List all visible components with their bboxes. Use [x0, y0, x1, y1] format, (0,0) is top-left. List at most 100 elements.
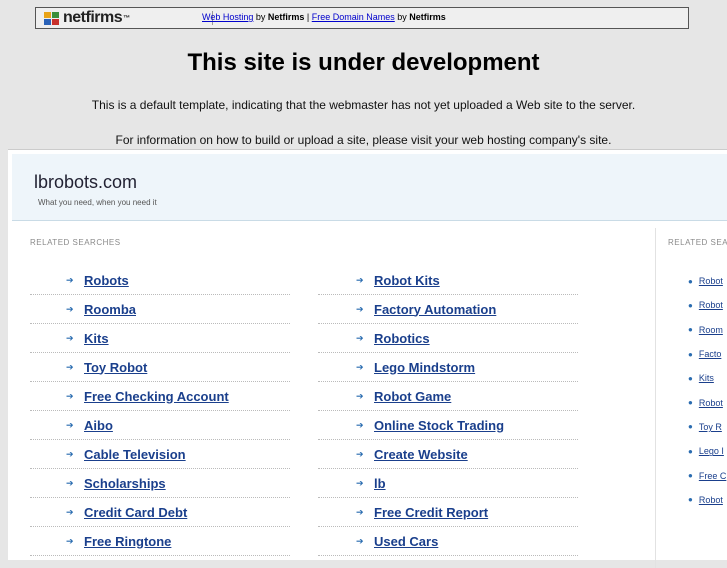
related-search-link[interactable]: Credit Card Debt — [84, 505, 187, 520]
related-search-item: ➔ Robotics — [318, 324, 578, 353]
related-search-item: ➔ Robots — [30, 266, 290, 295]
related-search-item: ➔ Create Website — [318, 440, 578, 469]
arrow-icon: ➔ — [356, 477, 364, 488]
related-search-item: ➔ Cable Television — [30, 440, 290, 469]
free-domain-names-link[interactable]: Free Domain Names — [312, 12, 395, 22]
related-search-item: ➔ Robot Game — [318, 382, 578, 411]
side-search-item: ● Free C — [688, 463, 727, 487]
arrow-icon: ➔ — [66, 361, 74, 372]
side-search-item: ● Robot — [688, 269, 727, 293]
related-search-link[interactable]: Robot Game — [374, 389, 451, 404]
related-search-link[interactable]: lb — [374, 476, 386, 491]
parked-domain-panel: lbrobots.com What you need, when you nee… — [8, 149, 727, 568]
domain-header: lbrobots.com What you need, when you nee… — [12, 154, 727, 221]
arrow-icon: ➔ — [66, 303, 74, 314]
related-search-item: ➔ lb — [318, 469, 578, 498]
related-search-link[interactable]: Lego Mindstorm — [374, 360, 475, 375]
related-search-link[interactable]: Kits — [84, 331, 109, 346]
related-search-item: ➔ Free Ringtone — [30, 527, 290, 556]
column-divider — [655, 228, 656, 568]
notice-info-text: For information on how to build or uploa… — [115, 133, 612, 147]
related-search-item: ➔ Aibo — [30, 411, 290, 440]
arrow-icon: ➔ — [356, 303, 364, 314]
bullet-icon: ● — [688, 349, 693, 359]
related-search-item: ➔ Used Cars — [318, 527, 578, 556]
related-search-item: ➔ Scholarships — [30, 469, 290, 498]
related-search-link[interactable]: Aibo — [84, 418, 113, 433]
arrow-icon: ➔ — [356, 448, 364, 459]
related-searches-label-right: RELATED SEA — [668, 238, 727, 247]
related-search-link[interactable]: Free Credit Report — [374, 505, 488, 520]
related-search-link[interactable]: Create Website — [374, 447, 468, 462]
netfirms-logo-text: netfirms — [63, 9, 123, 26]
arrow-icon: ➔ — [66, 390, 74, 401]
related-search-link[interactable]: Factory Automation — [374, 302, 496, 317]
side-search-link[interactable]: Robot — [699, 398, 723, 408]
page-title: This site is under development — [187, 49, 540, 76]
related-search-link[interactable]: Scholarships — [84, 476, 166, 491]
brand-name: Netfirms — [267, 12, 305, 22]
related-search-item: ➔ Free Credit Report — [318, 498, 578, 527]
arrow-icon: ➔ — [356, 419, 364, 430]
netfirms-logo[interactable]: netfirms ™ — [44, 9, 130, 27]
related-search-link[interactable]: Roomba — [84, 302, 136, 317]
arrow-icon: ➔ — [356, 390, 364, 401]
side-search-item: ● Kits — [688, 366, 727, 390]
related-search-item: ➔ Factory Automation — [318, 295, 578, 324]
side-search-link[interactable]: Robot — [699, 300, 723, 310]
related-search-item: ➔ Lego Mindstorm — [318, 353, 578, 382]
side-search-item: ● Toy R — [688, 415, 727, 439]
side-search-item: ● Room — [688, 318, 727, 342]
arrow-icon: ➔ — [66, 274, 74, 285]
related-search-link[interactable]: Cable Television — [84, 447, 186, 462]
netfirms-banner: netfirms ™ Web Hosting by Netfirms | Free… — [35, 7, 689, 29]
related-links-right: ● Robot ● Robot ● Room ● Facto ● Kits ● Robot ● Toy R… — [688, 269, 727, 512]
related-search-link[interactable]: Free Ringtone — [84, 534, 171, 549]
bullet-icon: ● — [688, 471, 693, 481]
side-search-link[interactable]: Robot — [699, 276, 723, 286]
banner-links: Web Hosting by Netfirms | Free Domain Na… — [202, 12, 446, 22]
arrow-icon: ➔ — [356, 274, 364, 285]
arrow-icon: ➔ — [66, 448, 74, 459]
related-search-link[interactable]: Toy Robot — [84, 360, 147, 375]
bullet-icon: ● — [688, 373, 693, 383]
side-search-item: ● Robot — [688, 488, 727, 512]
side-search-link[interactable]: Room — [699, 325, 723, 335]
side-search-item: ● Robot — [688, 390, 727, 414]
web-hosting-link[interactable]: Web Hosting — [202, 12, 253, 22]
related-search-link[interactable]: Robotics — [374, 331, 430, 346]
arrow-icon: ➔ — [66, 332, 74, 343]
related-search-link[interactable]: Used Cars — [374, 534, 438, 549]
arrow-icon: ➔ — [356, 506, 364, 517]
related-search-item: ➔ Roomba — [30, 295, 290, 324]
arrow-icon: ➔ — [66, 477, 74, 488]
domain-tagline: What you need, when you need it — [38, 198, 157, 207]
side-search-link[interactable]: Facto — [699, 349, 722, 359]
related-search-item: ➔ Robot Kits — [318, 266, 578, 295]
bullet-icon: ● — [688, 446, 693, 456]
side-search-link[interactable]: Free C — [699, 471, 727, 481]
side-search-link[interactable]: Kits — [699, 373, 714, 383]
bullet-icon: ● — [688, 422, 693, 432]
arrow-icon: ➔ — [356, 361, 364, 372]
bullet-icon: ● — [688, 300, 693, 310]
arrow-icon: ➔ — [66, 419, 74, 430]
side-search-item: ● Lego I — [688, 439, 727, 463]
side-search-link[interactable]: Toy R — [699, 422, 722, 432]
side-search-link[interactable]: Robot — [699, 495, 723, 505]
related-search-link[interactable]: Free Checking Account — [84, 389, 229, 404]
netfirms-flag-icon — [44, 11, 59, 25]
side-search-link[interactable]: Lego I — [699, 446, 724, 456]
brand-name: Netfirms — [409, 12, 446, 22]
related-links-left: ➔ Robots ➔ Roomba ➔ Kits ➔ Toy Robot ➔ Free Check… — [30, 266, 290, 556]
related-search-link[interactable]: Robots — [84, 273, 129, 288]
related-search-link[interactable]: Online Stock Trading — [374, 418, 504, 433]
arrow-icon: ➔ — [66, 506, 74, 517]
related-search-item: ➔ Toy Robot — [30, 353, 290, 382]
bullet-icon: ● — [688, 495, 693, 505]
related-search-item: ➔ Online Stock Trading — [318, 411, 578, 440]
related-search-item: ➔ Kits — [30, 324, 290, 353]
domain-name[interactable]: lbrobots.com — [34, 172, 137, 193]
bullet-icon: ● — [688, 398, 693, 408]
related-search-link[interactable]: Robot Kits — [374, 273, 440, 288]
